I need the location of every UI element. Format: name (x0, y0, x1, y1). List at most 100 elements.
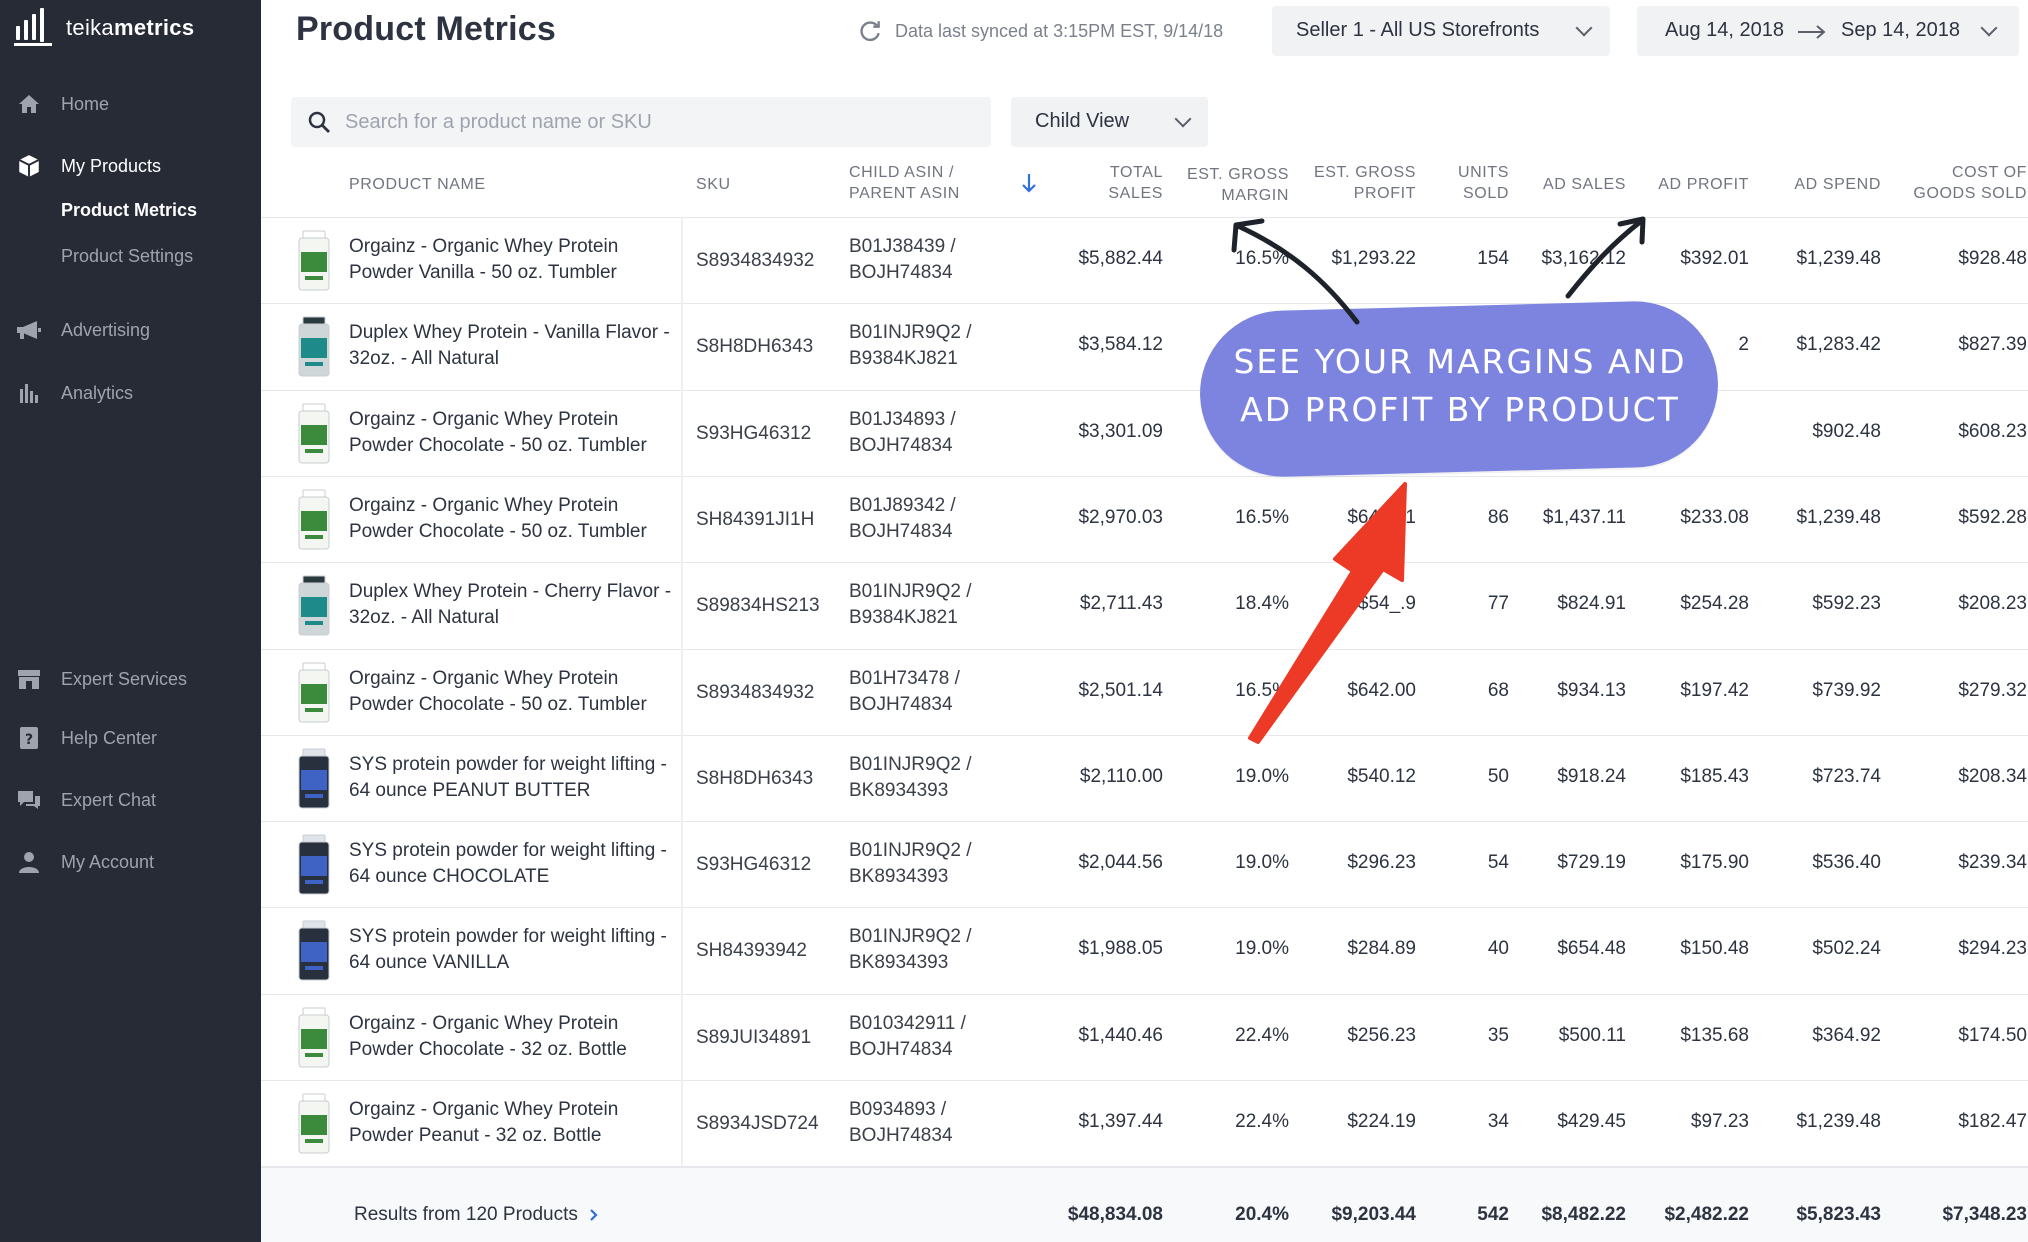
cell-units-sold: 77 (1487, 593, 1509, 615)
column-header-text: PARENT ASIN (849, 185, 960, 202)
cell-total-sales: $2,711.43 (1079, 593, 1163, 615)
column-header-text: CHILD ASIN / (849, 164, 955, 181)
cell-product-name[interactable]: Orgainz - Organic Whey Protein Powder Ch… (349, 493, 679, 545)
cell-parent-asin: BOJH74834 (849, 434, 953, 456)
cell-ad-sales: $824.91 (1557, 593, 1626, 615)
sidebar-item-my-products[interactable]: My Products (0, 146, 261, 186)
cell-units-sold: 40 (1487, 938, 1509, 960)
cell-product-name[interactable]: Orgainz - Organic Whey Protein Powder Ch… (349, 1011, 679, 1063)
sidebar-item-analytics[interactable]: Analytics (0, 373, 261, 413)
column-header-text: COST OF (1951, 164, 2027, 181)
product-thumbnail (297, 316, 331, 378)
sync-text: Data last synced at 3:15PM EST, 9/14/18 (895, 20, 1224, 41)
cell-total-sales: $2,110.00 (1079, 765, 1163, 787)
cell-child-asin: B0934893 / (849, 1099, 947, 1120)
cell-cost-of-goods-sold: $827.39 (1958, 334, 2027, 356)
column-header-product-name[interactable]: PRODUCT NAME (349, 174, 486, 195)
table-row[interactable]: SYS protein powder for weight lifting - … (261, 907, 2028, 993)
cell-asin: B01INJR9Q2 / BK8934393 (849, 924, 989, 976)
view-select[interactable]: Child View (1011, 97, 1208, 147)
sync-icon (860, 21, 880, 42)
sidebar-item-label: Help Center (61, 727, 158, 748)
column-header-sku[interactable]: SKU (696, 174, 731, 195)
cell-ad-profit: $197.42 (1680, 679, 1749, 701)
sidebar-subitem-product-metrics[interactable]: Product Metrics (61, 200, 197, 221)
cell-sku: SH84393942 (696, 940, 807, 962)
date-range-select[interactable]: Aug 14, 2018 Sep 14, 2018 (1637, 6, 2019, 56)
product-thumbnail (297, 662, 331, 724)
svg-text:?: ? (25, 732, 33, 748)
cell-units-sold: 154 (1477, 248, 1509, 269)
cell-product-name[interactable]: Duplex Whey Protein - Cherry Flavor - 32… (349, 579, 679, 631)
cell-product-name[interactable]: SYS protein powder for weight lifting - … (349, 752, 679, 804)
table-row[interactable]: Orgainz - Organic Whey Protein Powder Ch… (261, 389, 2028, 476)
column-header-cost-of-goods-sold[interactable]: COST OF GOODS SOLD (1841, 162, 2027, 204)
cell-child-asin: B01INJR9Q2 / (849, 322, 972, 344)
cell-child-asin: B01J34893 / (849, 408, 956, 430)
table-row[interactable]: Orgainz - Organic Whey Protein Powder Ch… (261, 475, 2028, 562)
sidebar-item-expert-services[interactable]: Expert Services (0, 659, 261, 699)
cell-product-name[interactable]: Orgainz - Organic Whey Protein Powder Pe… (349, 1097, 679, 1149)
cell-ad-profit: $97.23 (1690, 1111, 1749, 1132)
sidebar-item-home[interactable]: Home (0, 84, 261, 124)
results-link[interactable]: Results from 120 Products (354, 1202, 600, 1228)
column-header-est-gross-profit[interactable]: EST. GROSS PROFIT (1251, 162, 1416, 204)
column-header-asin[interactable]: CHILD ASIN / PARENT ASIN (849, 162, 960, 204)
total-units-sold: 542 (1477, 1204, 1509, 1225)
help-book-icon: ? (14, 723, 44, 753)
cell-total-sales: $2,501.14 (1078, 679, 1163, 701)
column-divider (681, 218, 683, 1175)
table-row[interactable]: SYS protein powder for weight lifting - … (261, 821, 2028, 907)
cell-cost-of-goods-sold: $928.48 (1958, 248, 2027, 269)
table-row[interactable]: Duplex Whey Protein - Vanilla Flavor - 3… (261, 303, 2028, 389)
sync-status: Data last synced at 3:15PM EST, 9/14/18 (857, 18, 1223, 44)
cell-parent-asin: B9384KJ821 (849, 348, 958, 370)
table-row[interactable]: Orgainz - Organic Whey Protein Powder Ch… (261, 993, 2028, 1080)
cell-units-sold: 86 (1487, 506, 1509, 528)
search-icon (308, 111, 330, 133)
table-row[interactable]: SYS protein powder for weight lifting - … (261, 734, 2028, 821)
arrow-right-icon (1798, 25, 1826, 39)
search-input[interactable]: Search for a product name or SKU (291, 97, 991, 147)
seller-select[interactable]: Seller 1 - All US Storefronts (1272, 6, 1610, 56)
cell-sku: S8934JSD724 (696, 1113, 819, 1134)
teikametrics-logo[interactable]: teikametrics (12, 6, 194, 50)
storefront-icon (14, 664, 44, 694)
cell-product-name[interactable]: Orgainz - Organic Whey Protein Powder Va… (349, 234, 679, 286)
cell-total-sales: $2,970.03 (1078, 506, 1163, 528)
sort-down-arrow-icon[interactable] (1022, 172, 1036, 194)
cell-product-name[interactable]: SYS protein powder for weight lifting - … (349, 838, 679, 890)
cell-units-sold: 54 (1487, 852, 1509, 874)
cell-product-name[interactable]: Orgainz - Organic Whey Protein Powder Ch… (349, 407, 679, 459)
sidebar-item-advertising[interactable]: Advertising (0, 310, 261, 350)
bar-chart-icon (14, 378, 44, 408)
cell-product-name[interactable]: Orgainz - Organic Whey Protein Powder Ch… (349, 666, 679, 718)
cell-product-name[interactable]: SYS protein powder for weight lifting - … (349, 924, 679, 976)
cell-ad-profit: $150.48 (1680, 938, 1749, 960)
table-row[interactable]: Orgainz - Organic Whey Protein Powder Va… (261, 217, 2028, 303)
megaphone-icon (14, 315, 44, 345)
cell-ad-profit: $392.01 (1680, 248, 1749, 269)
cell-total-sales: $1,397.44 (1078, 1111, 1163, 1132)
cell-child-asin: B01INJR9Q2 / (849, 753, 972, 775)
sidebar-subitem-product-settings[interactable]: Product Settings (61, 246, 193, 267)
table-row[interactable]: Duplex Whey Protein - Cherry Flavor - 32… (261, 562, 2028, 648)
sidebar-item-my-account[interactable]: My Account (0, 842, 261, 882)
column-header-units-sold[interactable]: UNITS SOLD (1401, 162, 1509, 204)
column-header-ad-profit[interactable]: AD PROFIT (1621, 174, 1749, 195)
cell-ad-profit: $185.43 (1680, 765, 1749, 787)
logo-bars-icon (12, 8, 56, 48)
sidebar-item-help-center[interactable]: ? Help Center (0, 718, 261, 758)
main-content: Product Metrics Data last synced at 3:15… (261, 0, 2028, 1242)
cell-sku: S89JUI34891 (696, 1026, 812, 1048)
table-row[interactable]: Orgainz - Organic Whey Protein Powder Ch… (261, 648, 2028, 735)
column-header-ad-sales[interactable]: AD SALES (1501, 174, 1626, 195)
sidebar-item-expert-chat[interactable]: Expert Chat (0, 780, 261, 820)
date-start: Aug 14, 2018 (1665, 19, 1784, 41)
table-row[interactable]: Orgainz - Organic Whey Protein Powder Pe… (261, 1080, 2028, 1166)
cell-ad-sales: $918.24 (1557, 765, 1626, 787)
cell-product-name[interactable]: Duplex Whey Protein - Vanilla Flavor - 3… (349, 320, 679, 372)
cell-est-gross-profit: $1,293.22 (1331, 248, 1416, 269)
cell-sku: S93HG46312 (696, 854, 812, 876)
cell-asin: B01INJR9Q2 / B9384KJ821 (849, 579, 989, 631)
